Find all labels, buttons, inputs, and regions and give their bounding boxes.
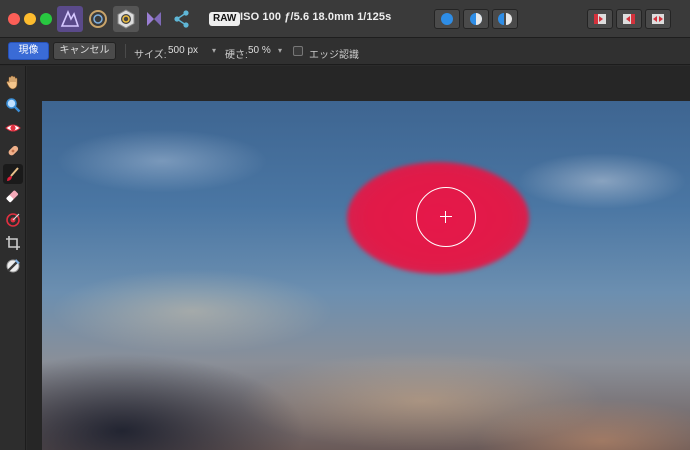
overlay-gradient-icon — [6, 213, 20, 227]
develop-persona-button[interactable] — [113, 6, 139, 32]
crosshair-icon — [445, 211, 446, 223]
crop-icon — [6, 236, 20, 250]
studio-layout-group — [587, 9, 671, 29]
panel-left-icon — [594, 14, 606, 24]
crop-tool[interactable] — [3, 233, 23, 253]
tools-panel — [0, 66, 26, 450]
overlay-brush-tool[interactable] — [3, 164, 23, 184]
liquify-persona-button[interactable] — [85, 6, 111, 32]
toggle-right-panel-button[interactable] — [616, 9, 642, 29]
view-mode-group — [434, 9, 518, 29]
zoom-tool[interactable] — [3, 95, 23, 115]
blemish-tool[interactable] — [3, 141, 23, 161]
liquify-persona-icon — [89, 10, 107, 28]
zoom-icon — [6, 98, 21, 113]
red-eye-tool[interactable] — [3, 118, 23, 138]
toolbar-separator — [125, 44, 126, 58]
raw-badge: RAW — [209, 12, 241, 26]
single-view-button[interactable] — [434, 9, 460, 29]
white-balance-icon — [6, 259, 20, 273]
white-balance-tool[interactable] — [3, 256, 23, 276]
window-zoom-button[interactable] — [40, 13, 52, 25]
overlay-brush-icon — [7, 167, 19, 181]
photo-persona-button[interactable] — [57, 6, 83, 32]
overlay-eraser-icon — [6, 190, 19, 203]
context-toolbar: 現像 キャンセル サイズ: 500 px ▾ 硬さ: 50 % ▾ エッジ認識 — [0, 38, 690, 65]
export-persona-icon — [174, 10, 189, 28]
split-view-icon — [470, 13, 482, 25]
photo-persona-icon — [60, 9, 80, 27]
exif-info: ISO 100 ƒ/5.6 18.0mm 1/125s — [240, 11, 392, 23]
brush-cursor — [416, 187, 476, 247]
title-bar: RAW ISO 100 ƒ/5.6 18.0mm 1/125s — [0, 0, 690, 38]
chevron-down-icon: ▾ — [211, 46, 216, 55]
tone-mapping-persona-button[interactable] — [141, 6, 167, 32]
hardness-label: 硬さ: — [225, 50, 248, 61]
window-minimize-button[interactable] — [24, 13, 36, 25]
toggle-both-panels-button[interactable] — [645, 9, 671, 29]
export-persona-button[interactable] — [169, 6, 195, 32]
hand-tool[interactable] — [3, 72, 23, 92]
mirror-view-button[interactable] — [492, 9, 518, 29]
hardness-value: 50 % — [248, 45, 271, 56]
tone-mapping-persona-icon — [147, 12, 161, 26]
size-dropdown[interactable]: 500 px ▾ — [168, 43, 216, 59]
size-label: サイズ: — [134, 50, 167, 61]
crosshair-icon — [440, 216, 452, 217]
panels-both-icon — [652, 14, 664, 24]
panel-right-icon — [623, 14, 635, 24]
hand-icon — [6, 75, 18, 90]
blemish-icon — [8, 145, 19, 156]
hardness-dropdown[interactable]: 50 % ▾ — [248, 43, 282, 59]
develop-persona-icon — [117, 9, 135, 29]
toggle-left-panel-button[interactable] — [587, 9, 613, 29]
overlay-eraser-tool[interactable] — [3, 187, 23, 207]
apply-develop-button[interactable]: 現像 — [8, 42, 49, 60]
red-eye-icon — [5, 124, 21, 132]
photo-canvas[interactable] — [42, 101, 690, 450]
edge-detect-checkbox[interactable] — [293, 46, 303, 56]
split-view-button[interactable] — [463, 9, 489, 29]
chevron-down-icon: ▾ — [277, 46, 282, 55]
mirror-view-icon — [498, 13, 512, 25]
overlay-gradient-tool[interactable] — [3, 210, 23, 230]
size-value: 500 px — [168, 45, 199, 56]
window-close-button[interactable] — [8, 13, 20, 25]
cancel-button[interactable]: キャンセル — [53, 42, 116, 60]
edge-detect-label: エッジ認識 — [309, 50, 359, 61]
single-view-icon — [441, 13, 453, 25]
canvas-area[interactable] — [27, 66, 690, 450]
